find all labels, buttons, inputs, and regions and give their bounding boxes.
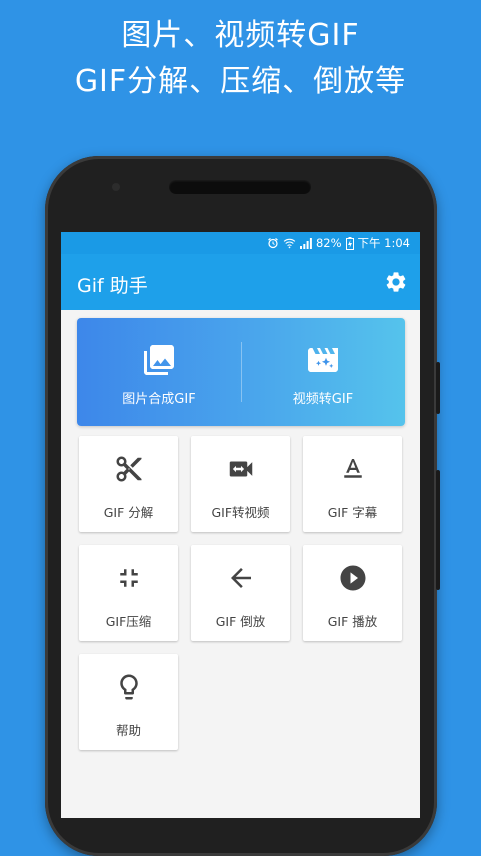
video-to-gif-label: 视频转GIF [292, 392, 354, 407]
video-sparkle-icon [308, 348, 338, 372]
gif-play-label: GIF 播放 [327, 614, 378, 629]
gif-compress-button[interactable]: GIF压缩 [79, 545, 178, 641]
phone-camera [112, 183, 120, 191]
play-circle-icon [340, 565, 366, 591]
image-icon [144, 345, 174, 375]
help-label: 帮助 [115, 723, 141, 738]
gif-reverse-button[interactable]: GIF 倒放 [191, 545, 290, 641]
gear-icon[interactable] [384, 270, 408, 294]
gif-to-video-button[interactable]: GIF转视频 [191, 436, 290, 532]
text-format-icon [344, 459, 362, 478]
images-to-gif-button[interactable]: 图片合成GIF [77, 318, 241, 426]
alarm-icon [268, 238, 278, 249]
wifi-icon [283, 238, 296, 249]
images-to-gif-label: 图片合成GIF [122, 392, 196, 407]
compress-icon [120, 569, 138, 587]
status-time: 下午 1:04 [357, 236, 410, 250]
promo-headline-2: GIF分解、压缩、倒放等 [74, 64, 407, 99]
video-convert-icon [229, 461, 253, 477]
phone-volume-button [436, 362, 440, 414]
gif-split-button[interactable]: GIF 分解 [79, 436, 178, 532]
promo-headline-1: 图片、视频转GIF [121, 18, 360, 53]
hero-card: 图片合成GIF 视频转GIF [77, 318, 405, 426]
app-title: Gif 助手 [77, 275, 148, 297]
arrow-left-icon [231, 568, 251, 588]
signal-icon [299, 238, 312, 249]
phone-screen: 82% 下午 1:04 Gif 助手 图片合成GIF 视频转GIF GIF 分解… [61, 232, 420, 818]
phone-power-button [436, 470, 440, 590]
gif-to-video-label: GIF转视频 [211, 505, 270, 520]
status-bar: 82% 下午 1:04 [61, 232, 420, 254]
gif-caption-label: GIF 字幕 [327, 505, 378, 520]
video-to-gif-button[interactable]: 视频转GIF [241, 318, 405, 426]
battery-charging-icon [345, 236, 354, 250]
lightbulb-icon [120, 674, 138, 700]
battery-percent: 82% [315, 236, 342, 250]
scissors-icon [116, 456, 142, 482]
gif-reverse-label: GIF 倒放 [215, 614, 266, 629]
help-button[interactable]: 帮助 [79, 654, 178, 750]
gif-caption-button[interactable]: GIF 字幕 [303, 436, 402, 532]
gif-compress-label: GIF压缩 [105, 614, 152, 629]
app-bar: Gif 助手 [61, 254, 420, 310]
phone-speaker [169, 180, 311, 194]
gif-play-button[interactable]: GIF 播放 [303, 545, 402, 641]
gif-split-label: GIF 分解 [103, 505, 154, 520]
